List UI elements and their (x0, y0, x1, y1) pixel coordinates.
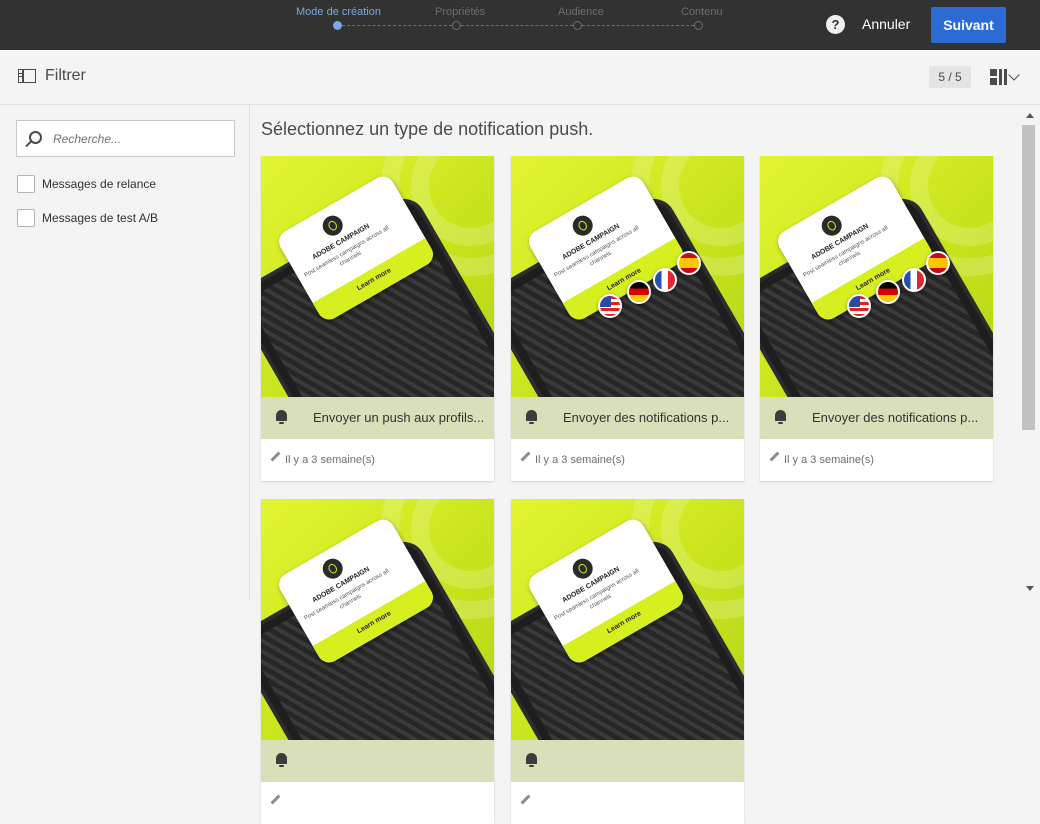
adobe-campaign-logo-icon (319, 211, 347, 240)
cancel-button[interactable]: Annuler (862, 16, 910, 32)
card-title[interactable]: Envoyer des notifications p... (812, 410, 987, 425)
card-footer: Il y a 3 semaine(s) (511, 439, 744, 481)
toolbar: Filtrer 5 / 5 (0, 50, 1040, 105)
step-dot-creation-mode[interactable] (333, 21, 342, 30)
card-footer (261, 782, 494, 824)
step-connector (461, 25, 573, 26)
pencil-icon (769, 451, 780, 462)
card-title-bar[interactable]: Envoyer des notifications p... (511, 397, 744, 439)
scrollbar[interactable] (1020, 105, 1040, 599)
filter-panel-icon[interactable] (18, 69, 36, 83)
german-flag-icon (876, 280, 900, 304)
help-icon[interactable]: ? (826, 15, 845, 34)
card-footer: Il y a 3 semaine(s) (261, 439, 494, 481)
bell-icon (525, 410, 538, 424)
card-modified-time: Il y a 3 semaine(s) (784, 454, 874, 466)
top-bar: Mode de création Propriétés Audience Con… (0, 0, 1040, 50)
us-flag-icon (847, 294, 871, 318)
template-card[interactable]: ADOBE CAMPAIGN Post seamless campaigns a… (261, 156, 494, 481)
card-footer: Il y a 3 semaine(s) (760, 439, 993, 481)
scrollbar-thumb[interactable] (1022, 125, 1035, 430)
search-box[interactable] (16, 120, 235, 157)
card-modified-time: Il y a 3 semaine(s) (285, 454, 375, 466)
template-gallery: Sélectionnez un type de notification pus… (250, 105, 1020, 824)
card-thumbnail: ADOBE CAMPAIGN Post seamless campaigns a… (261, 156, 494, 397)
ab-test-messages-checkbox[interactable] (17, 209, 35, 227)
filter-option-label[interactable]: Messages de relance (42, 177, 156, 191)
card-footer (511, 782, 744, 824)
filter-option-label[interactable]: Messages de test A/B (42, 211, 158, 225)
adobe-campaign-logo-icon (569, 554, 597, 583)
step-connector (342, 25, 452, 26)
pencil-icon (520, 451, 531, 462)
scroll-up-arrow-icon[interactable] (1026, 113, 1034, 118)
search-icon (29, 131, 42, 144)
step-creation-mode-label[interactable]: Mode de création (296, 6, 381, 18)
step-properties-label[interactable]: Propriétés (435, 6, 485, 18)
reminder-messages-checkbox[interactable] (17, 175, 35, 193)
spanish-flag-icon (677, 251, 701, 275)
adobe-campaign-logo-icon (319, 554, 347, 583)
step-content-label[interactable]: Contenu (681, 6, 723, 18)
german-flag-icon (627, 280, 651, 304)
pencil-icon (270, 451, 281, 462)
card-title-bar[interactable]: Envoyer des notifications p... (760, 397, 993, 439)
filter-toggle[interactable]: Filtrer (45, 67, 86, 85)
step-dot-audience[interactable] (573, 21, 582, 30)
pencil-icon (270, 794, 281, 805)
card-title-bar[interactable]: Envoyer un push aux profils... (261, 397, 494, 439)
scroll-down-arrow-icon[interactable] (1026, 586, 1034, 591)
wizard-steps: Mode de création Propriétés Audience Con… (296, 6, 726, 36)
template-card[interactable]: ADOBE CAMPAIGN Post seamless campaigns a… (511, 499, 744, 824)
card-title[interactable]: Envoyer des notifications p... (563, 410, 738, 425)
french-flag-icon (902, 268, 926, 292)
bell-icon (774, 410, 787, 424)
card-modified-time: Il y a 3 semaine(s) (535, 454, 625, 466)
bell-icon (275, 410, 288, 424)
language-flags (760, 156, 993, 397)
pencil-icon (520, 794, 531, 805)
french-flag-icon (653, 268, 677, 292)
step-audience-label[interactable]: Audience (558, 6, 604, 18)
template-card[interactable]: ADOBE CAMPAIGN Post seamless campaigns a… (511, 156, 744, 481)
template-card[interactable]: ADOBE CAMPAIGN Post seamless campaigns a… (261, 499, 494, 824)
us-flag-icon (598, 294, 622, 318)
bell-icon (525, 753, 538, 767)
next-button[interactable]: Suivant (931, 7, 1006, 43)
search-input[interactable] (53, 130, 223, 148)
step-connector (582, 25, 694, 26)
card-title-bar[interactable] (511, 740, 744, 782)
card-thumbnail: ADOBE CAMPAIGN Post seamless campaigns a… (261, 499, 494, 740)
step-dot-content[interactable] (694, 21, 703, 30)
step-dot-properties[interactable] (452, 21, 461, 30)
template-card[interactable]: ADOBE CAMPAIGN Post seamless campaigns a… (760, 156, 993, 481)
chevron-down-icon[interactable] (1008, 69, 1020, 81)
card-title-bar[interactable] (261, 740, 494, 782)
card-thumbnail: ADOBE CAMPAIGN Post seamless campaigns a… (760, 156, 993, 397)
spanish-flag-icon (926, 251, 950, 275)
card-thumbnail: ADOBE CAMPAIGN Post seamless campaigns a… (511, 499, 744, 740)
page-title: Sélectionnez un type de notification pus… (261, 119, 594, 139)
card-thumbnail: ADOBE CAMPAIGN Post seamless campaigns a… (511, 156, 744, 397)
page-counter: 5 / 5 (929, 66, 971, 88)
language-flags (511, 156, 744, 397)
bell-icon (275, 753, 288, 767)
grid-view-icon[interactable] (990, 69, 1007, 85)
card-title[interactable]: Envoyer un push aux profils... (313, 410, 488, 425)
filter-sidebar: Messages de relance Messages de test A/B (0, 105, 250, 599)
